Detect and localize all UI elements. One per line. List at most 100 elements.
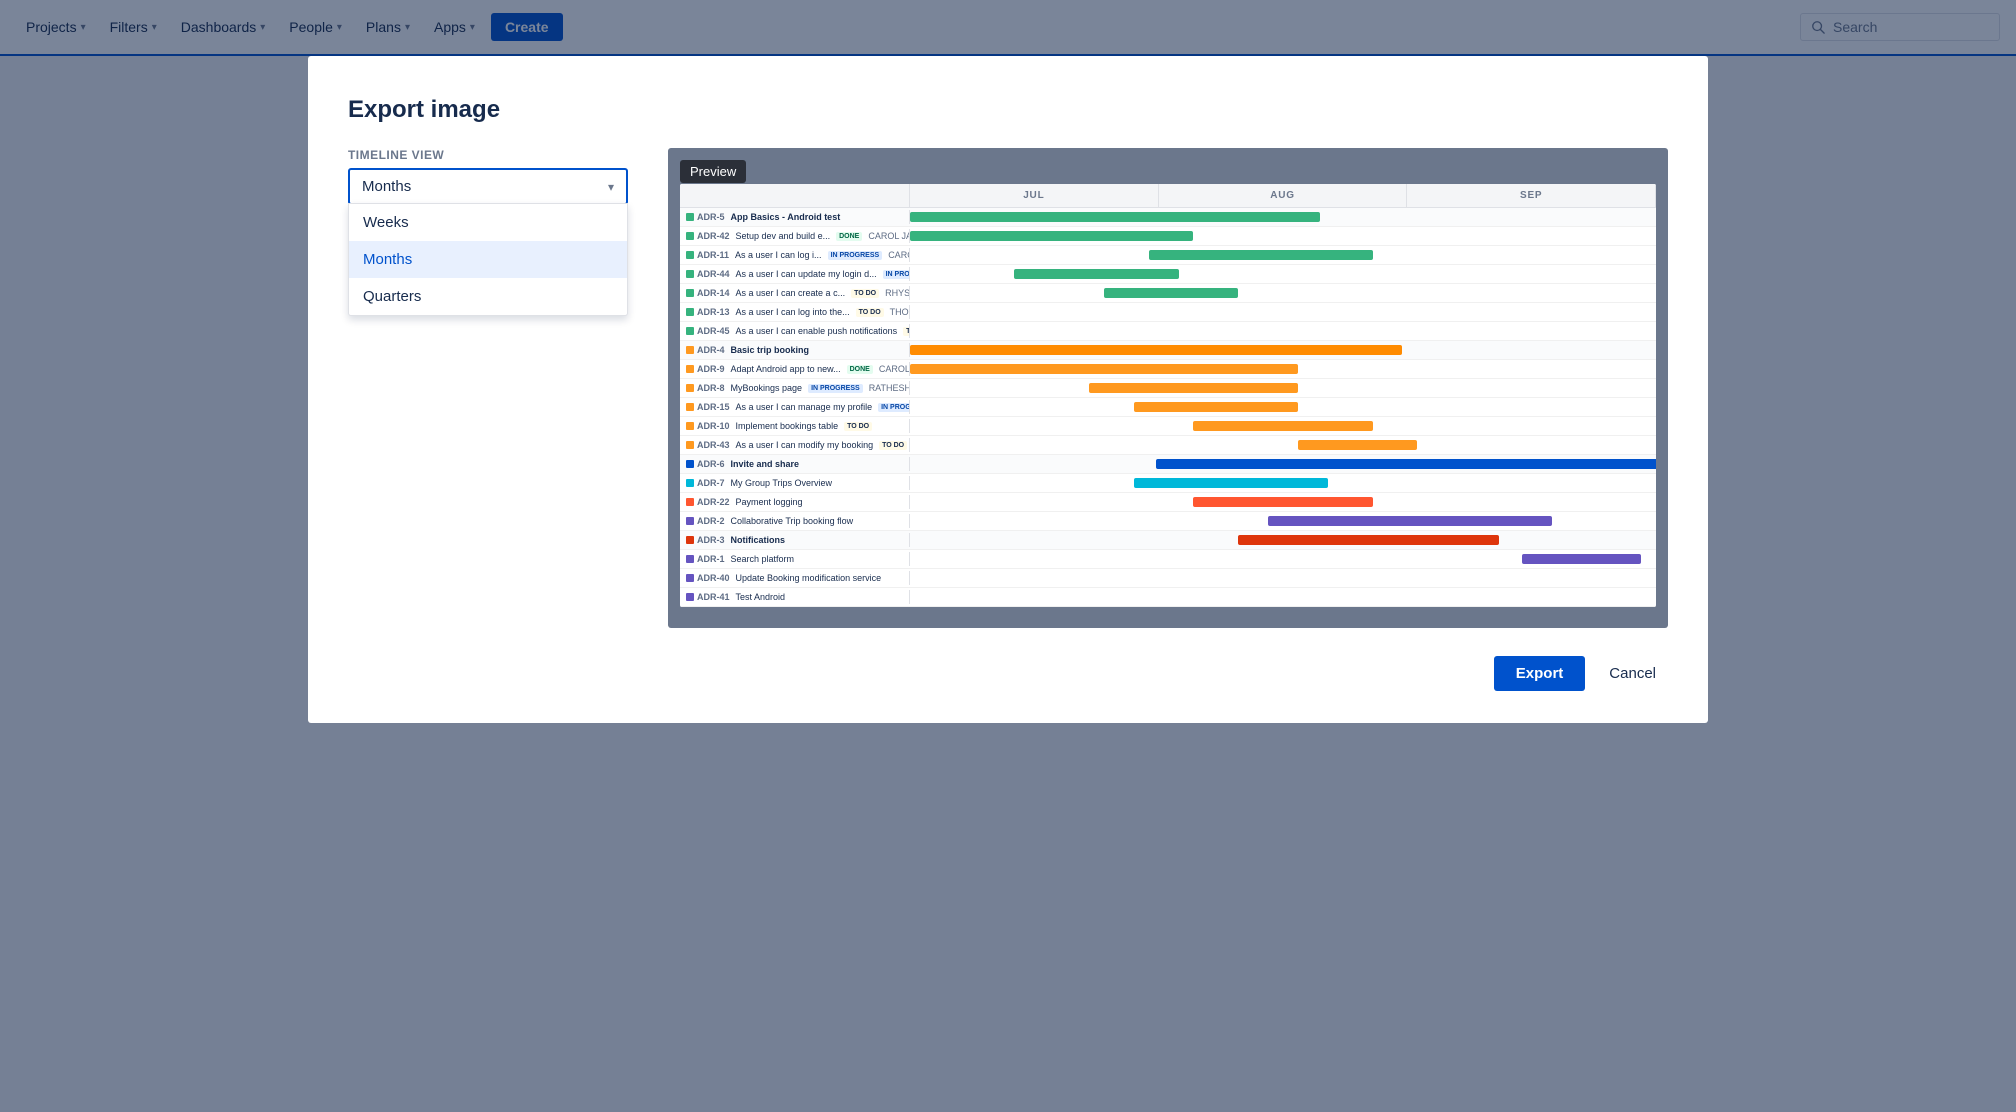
gantt-row-left-adr-2: ADR-2Collaborative Trip booking flow <box>680 514 910 528</box>
dropdown-menu: Weeks Months Quarters <box>348 203 628 316</box>
row-color-icon <box>686 232 694 240</box>
row-color-icon <box>686 536 694 544</box>
row-label: Test Android <box>736 592 786 602</box>
row-label: Basic trip booking <box>731 345 810 355</box>
gantt-row-left-adr-8: ADR-8MyBookings pageIN PROGRESSRATHESH..… <box>680 381 910 395</box>
gantt-row-bars-adr-45 <box>910 322 1656 340</box>
row-tag: IN PROGRESS <box>878 403 910 412</box>
gantt-row-adr-1: ADR-1Search platform <box>680 550 1656 569</box>
option-months[interactable]: Months <box>349 241 627 278</box>
row-label: Adapt Android app to new... <box>731 364 841 374</box>
gantt-bar <box>910 212 1320 222</box>
gantt-bar <box>1193 421 1372 431</box>
gantt-row-adr-45: ADR-45As a user I can enable push notifi… <box>680 322 1656 341</box>
row-color-icon <box>686 460 694 468</box>
gantt-bar <box>1149 250 1373 260</box>
preview-label: Preview <box>680 160 746 183</box>
row-tag: TO DO <box>903 327 910 336</box>
row-color-icon <box>686 289 694 297</box>
row-color-icon <box>686 593 694 601</box>
modal-overlay: Export image Timeline view Months ▾ Week… <box>0 0 2016 1112</box>
row-tag: IN PROGRESS <box>828 251 883 260</box>
gantt-row-adr-11: ADR-11As a user I can log i...IN PROGRES… <box>680 246 1656 265</box>
gantt-month-sep: SEP <box>1407 184 1656 207</box>
row-color-icon <box>686 270 694 278</box>
gantt-bar <box>1522 554 1641 564</box>
row-label: As a user I can create a c... <box>736 288 846 298</box>
gantt-row-left-adr-15: ADR-15As a user I can manage my profileI… <box>680 400 910 414</box>
gantt-bar <box>1014 269 1178 279</box>
gantt-bar <box>1134 478 1328 488</box>
gantt-row-bars-adr-40 <box>910 569 1656 587</box>
gantt-row-bars-adr-13 <box>910 303 1656 321</box>
timeline-view-label: Timeline view <box>348 148 628 162</box>
option-weeks[interactable]: Weeks <box>349 204 627 241</box>
gantt-row-bars-adr-9 <box>910 360 1656 378</box>
gantt-row-adr-15: ADR-15As a user I can manage my profileI… <box>680 398 1656 417</box>
gantt-row-bars-adr-22 <box>910 493 1656 511</box>
gantt-row-bars-adr-6 <box>910 455 1656 473</box>
gantt-row-adr-7: ADR-7My Group Trips Overview <box>680 474 1656 493</box>
cancel-button[interactable]: Cancel <box>1597 656 1668 691</box>
row-label: As a user I can modify my booking <box>736 440 874 450</box>
gantt-row-adr-22: ADR-22Payment logging <box>680 493 1656 512</box>
gantt-bar <box>1298 440 1417 450</box>
row-color-icon <box>686 517 694 525</box>
row-color-icon <box>686 365 694 373</box>
gantt-row-adr-41: ADR-41Test Android <box>680 588 1656 607</box>
preview-panel: Preview JULAUGSEP ADR-5App Basics - Andr… <box>668 148 1668 628</box>
gantt-row-bars-adr-3 <box>910 531 1656 549</box>
gantt-row-bars-adr-42 <box>910 227 1656 245</box>
export-button[interactable]: Export <box>1494 656 1586 691</box>
gantt-row-left-adr-41: ADR-41Test Android <box>680 590 910 604</box>
modal-footer: Export Cancel <box>348 656 1668 691</box>
row-tag: DONE <box>836 232 862 241</box>
row-label: Setup dev and build e... <box>736 231 831 241</box>
row-color-icon <box>686 555 694 563</box>
row-label: MyBookings page <box>731 383 803 393</box>
gantt-row-adr-10: ADR-10Implement bookings tableTO DO <box>680 417 1656 436</box>
row-tag: DONE <box>847 365 873 374</box>
gantt-row-left-adr-1: ADR-1Search platform <box>680 552 910 566</box>
gantt-row-adr-40: ADR-40Update Booking modification servic… <box>680 569 1656 588</box>
gantt-row-bars-adr-11 <box>910 246 1656 264</box>
gantt-bar <box>1268 516 1551 526</box>
gantt-row-left-adr-13: ADR-13As a user I can log into the...TO … <box>680 305 910 319</box>
gantt-bar <box>1104 288 1238 298</box>
gantt-month-aug: AUG <box>1159 184 1408 207</box>
gantt-header-left <box>680 184 910 207</box>
gantt-header-months: JULAUGSEP <box>910 184 1656 207</box>
row-color-icon <box>686 251 694 259</box>
row-label: As a user I can update my login d... <box>736 269 877 279</box>
row-color-icon <box>686 308 694 316</box>
gantt-row-adr-2: ADR-2Collaborative Trip booking flow <box>680 512 1656 531</box>
gantt-row-bars-adr-41 <box>910 588 1656 606</box>
row-label: App Basics - Android test <box>731 212 841 222</box>
row-color-icon <box>686 403 694 411</box>
gantt-bar <box>1193 497 1372 507</box>
gantt-row-left-adr-45: ADR-45As a user I can enable push notifi… <box>680 324 910 338</box>
timeline-select-wrapper: Months ▾ Weeks Months Quarters <box>348 168 628 205</box>
gantt-row-left-adr-40: ADR-40Update Booking modification servic… <box>680 571 910 585</box>
row-label: As a user I can log into the... <box>736 307 850 317</box>
export-image-modal: Export image Timeline view Months ▾ Week… <box>308 56 1708 723</box>
row-color-icon <box>686 327 694 335</box>
row-label: Payment logging <box>736 497 803 507</box>
gantt-row-adr-3: ADR-3Notifications <box>680 531 1656 550</box>
select-chevron-icon: ▾ <box>608 180 614 194</box>
gantt-row-left-adr-7: ADR-7My Group Trips Overview <box>680 476 910 490</box>
gantt-row-left-adr-6: ADR-6Invite and share <box>680 457 910 471</box>
row-color-icon <box>686 574 694 582</box>
row-label: Invite and share <box>731 459 800 469</box>
gantt-row-adr-43: ADR-43As a user I can modify my bookingT… <box>680 436 1656 455</box>
timeline-select[interactable]: Months ▾ <box>350 170 626 203</box>
option-quarters[interactable]: Quarters <box>349 278 627 315</box>
gantt-row-left-adr-5: ADR-5App Basics - Android test <box>680 210 910 224</box>
gantt-row-bars-adr-44 <box>910 265 1656 283</box>
modal-body: Timeline view Months ▾ Weeks Months Quar… <box>348 148 1668 628</box>
row-color-icon <box>686 479 694 487</box>
row-tag: TO DO <box>856 308 884 317</box>
gantt-row-bars-adr-5 <box>910 208 1656 226</box>
row-tag: IN PROGRESS <box>883 270 910 279</box>
gantt-row-bars-adr-15 <box>910 398 1656 416</box>
